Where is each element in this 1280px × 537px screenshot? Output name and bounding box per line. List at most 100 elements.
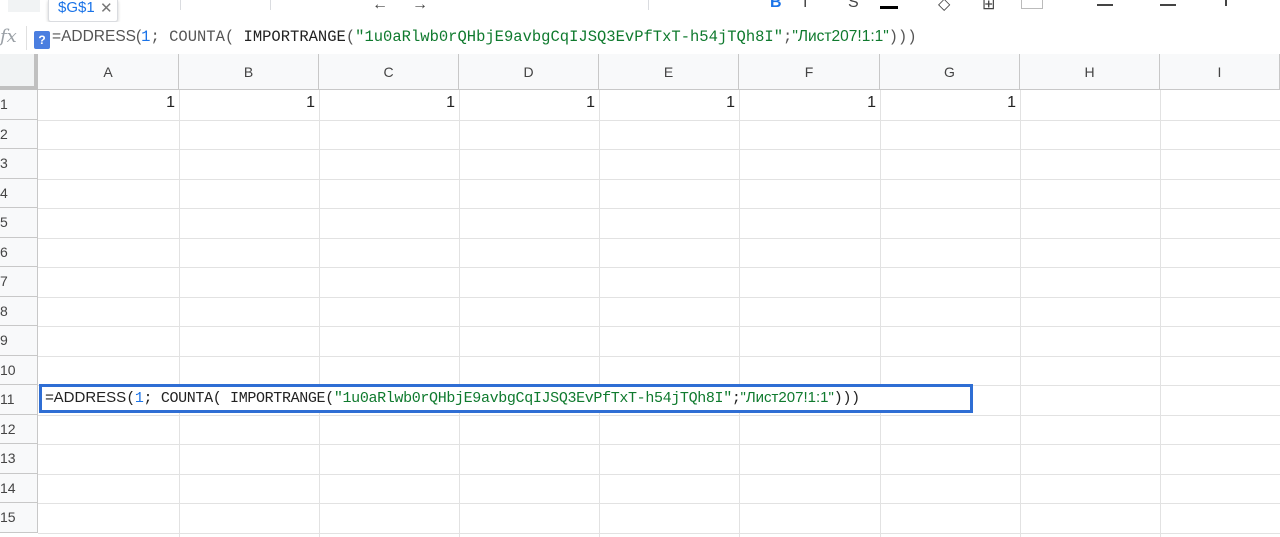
row-header-1[interactable]: 1 (0, 90, 38, 120)
formula-token: ( (345, 28, 356, 46)
formula-token: ; (783, 28, 793, 46)
row-number: 13 (0, 450, 16, 466)
grid-line (38, 355, 1280, 357)
row-number: 1 (0, 96, 8, 112)
cell-a1[interactable]: 1 (38, 94, 175, 112)
fill-color-icon[interactable]: ◇ (938, 0, 950, 14)
formula-token: ( (126, 390, 135, 407)
column-header-b[interactable]: B (179, 54, 319, 90)
bold-icon[interactable]: B (770, 0, 782, 12)
row-number: 7 (0, 273, 8, 289)
redo-arrow-icon[interactable]: → (412, 0, 428, 14)
row-header-10[interactable]: 10 (0, 355, 38, 385)
formula-token: "1u0aRlwb0rQHbjE9avbgCqIJSQ3EvPfTxT-h54j… (333, 390, 732, 407)
grid-line (179, 90, 180, 537)
toolbar-button[interactable] (8, 0, 40, 12)
column-header-c[interactable]: C (319, 54, 459, 90)
grid-line (38, 296, 1280, 298)
column-header-h[interactable]: H (1020, 54, 1160, 90)
wrap-icon[interactable] (1225, 0, 1227, 6)
italic-icon[interactable]: I (803, 0, 807, 12)
row-header-3[interactable]: 3 (0, 149, 38, 179)
name-box[interactable]: $G$1 ✕ (48, 0, 118, 22)
cell-d1[interactable]: 1 (459, 94, 595, 112)
row-header-4[interactable]: 4 (0, 178, 38, 208)
row-header-9[interactable]: 9 (0, 326, 38, 356)
toolbar: $G$1 ✕ ← → B I S ◇ ⊞ (0, 0, 1280, 22)
align-icon[interactable] (1097, 4, 1113, 6)
formula-token: ( (224, 28, 244, 46)
formula-token: ADDRESS (61, 28, 136, 45)
spreadsheet-grid: ABCDEFGHI 1 2 3 4 5 6 7 8 9 10 11 12 13 14 15 1111111 … (0, 54, 1280, 537)
grid-line (38, 326, 1280, 327)
grid-line (880, 90, 881, 537)
row-number: 14 (0, 479, 16, 496)
grid-line (38, 473, 1280, 475)
grid-line (1020, 90, 1021, 537)
row-number: 4 (0, 184, 8, 201)
formula-input[interactable]: =ADDRESS(1; COUNTA( IMPORTRANGE("1u0aRlw… (52, 28, 917, 46)
formula-token: = (52, 28, 62, 45)
strikethrough-icon[interactable]: S (848, 0, 859, 12)
undo-arrow-icon[interactable]: ← (372, 0, 388, 14)
cell-e1[interactable]: 1 (599, 94, 735, 112)
grid-line (38, 119, 1280, 121)
formula-token: COUNTA (169, 28, 225, 46)
cell-c1[interactable]: 1 (319, 94, 455, 112)
text-color-icon[interactable] (880, 6, 898, 9)
grid-line (599, 90, 600, 537)
row-header-11[interactable]: 11 (0, 385, 38, 415)
toolbar-divider (270, 0, 271, 10)
column-header-f[interactable]: F (739, 54, 880, 90)
cell-g1[interactable]: 1 (880, 94, 1016, 112)
active-cell-editor[interactable]: =ADDRESS(1; COUNTA( IMPORTRANGE("1u0aRlw… (39, 384, 973, 413)
grid-line (739, 90, 740, 537)
grid-line (38, 237, 1280, 239)
row-header-7[interactable]: 7 (0, 267, 38, 297)
row-header-5[interactable]: 5 (0, 208, 38, 238)
column-header-d[interactable]: D (459, 54, 599, 90)
grid-line (38, 414, 1280, 416)
row-header-13[interactable]: 13 (0, 444, 38, 474)
grid-line (38, 532, 1280, 534)
row-header-2[interactable]: 2 (0, 119, 38, 149)
formula-token: ( (325, 390, 334, 407)
formula-token: ))) (888, 28, 917, 46)
formula-token: "1u0aRlwb0rQHbjE9avbgCqIJSQ3EvPfTxT-h54j… (355, 28, 784, 46)
column-header-a[interactable]: A (38, 54, 179, 90)
toolbar-divider (648, 0, 649, 10)
cell-f1[interactable]: 1 (739, 94, 876, 112)
column-header-i[interactable]: I (1160, 54, 1280, 90)
merge-cells-icon[interactable] (1021, 0, 1043, 9)
cell-formula-text: =ADDRESS(1; COUNTA( IMPORTRANGE("1u0aRlw… (45, 389, 860, 407)
help-icon[interactable]: ? (34, 31, 50, 49)
formula-token: 1 (134, 390, 144, 407)
valign-icon[interactable] (1160, 4, 1176, 6)
row-header-14[interactable]: 14 (0, 473, 38, 503)
formula-token: "Лист207!1:1" (792, 28, 889, 45)
grid-line (38, 267, 1280, 268)
row-header-12[interactable]: 12 (0, 414, 38, 444)
row-header-15[interactable]: 15 (0, 503, 38, 533)
row-header-8[interactable]: 8 (0, 296, 38, 326)
borders-icon[interactable]: ⊞ (982, 0, 995, 14)
formula-token: COUNTA (160, 390, 213, 407)
cell-b1[interactable]: 1 (179, 94, 315, 112)
row-number: 8 (0, 302, 8, 319)
row-number: 5 (0, 214, 8, 230)
grid-line (38, 444, 1280, 445)
row-number: 3 (0, 155, 8, 171)
row-number: 11 (0, 391, 15, 407)
row-number: 6 (0, 243, 8, 260)
column-header-e[interactable]: E (599, 54, 739, 90)
row-number: 10 (0, 361, 16, 378)
column-header-g[interactable]: G (880, 54, 1020, 90)
select-all-corner[interactable] (0, 54, 38, 90)
close-icon[interactable]: ✕ (100, 0, 113, 17)
formula-token: ( (212, 390, 231, 407)
grid-line (1160, 90, 1161, 537)
formula-token: ; (143, 390, 161, 407)
grid-line (459, 90, 460, 537)
row-number: 9 (0, 332, 8, 348)
row-header-6[interactable]: 6 (0, 237, 38, 267)
